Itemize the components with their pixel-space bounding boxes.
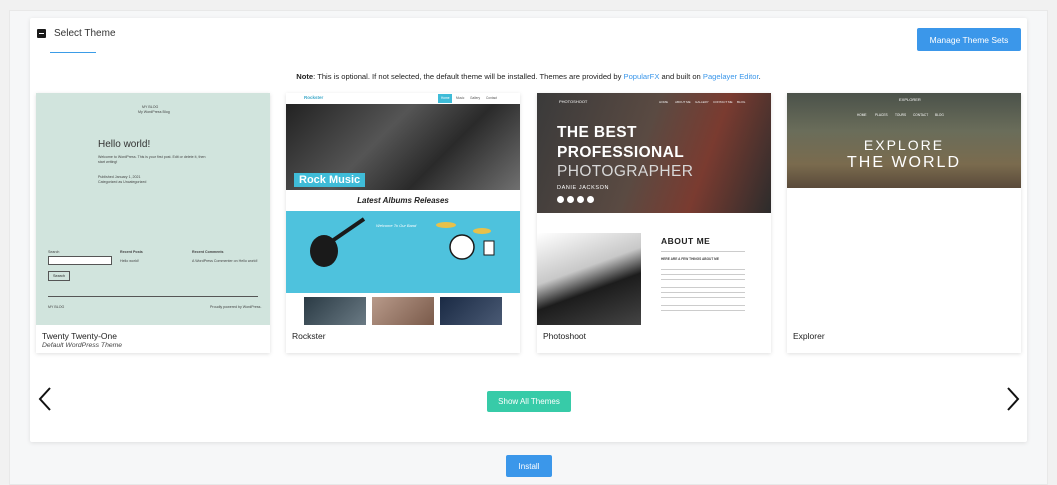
section-title: Select Theme [54, 28, 116, 39]
preview-nav-item: Gallery [470, 96, 481, 100]
preview-divider [661, 251, 745, 252]
preview-nav-item: GALLERY [695, 100, 709, 104]
popularfx-link[interactable]: PopularFX [624, 72, 660, 81]
theme-name: Twenty Twenty-One [42, 331, 117, 341]
preview-text-line [661, 279, 745, 280]
preview-photo [304, 297, 366, 325]
preview-text-line [661, 310, 745, 311]
manage-theme-sets-button[interactable]: Manage Theme Sets [917, 28, 1021, 51]
preview-nav-item: HOME [857, 113, 867, 117]
preview-blog-tagline: My WordPress Blog [138, 110, 170, 114]
preview-search-button: Search [48, 271, 70, 281]
preview-brand: EXPLORER [899, 97, 921, 102]
theme-carousel: MY BLOG My WordPress Blog Hello world! W… [36, 93, 1021, 355]
preview-headline-1: EXPLORE [863, 137, 945, 153]
preview-headline-3: PHOTOGRAPHER [557, 163, 694, 180]
theme-thumbnail[interactable]: Rockster Home Music Gallery Contact Rock… [286, 93, 520, 325]
select-theme-panel: Select Theme Manage Theme Sets Note: Thi… [30, 18, 1027, 442]
preview-search-field [48, 256, 112, 265]
theme-card-rockster[interactable]: Rockster Home Music Gallery Contact Rock… [286, 93, 520, 353]
preview-logo: Rockster [304, 95, 324, 100]
install-button[interactable]: Install [506, 455, 552, 477]
preview-published: Published January 1, 2021 [98, 175, 141, 179]
preview-person-photo [537, 233, 641, 325]
preview-headline-2: THE WORLD [847, 154, 961, 171]
preview-photo [440, 297, 502, 325]
preview-nav-item: BLOG [737, 100, 746, 104]
preview-text-line [661, 287, 745, 288]
preview-section-title: Latest Albums Releases [357, 196, 449, 205]
preview-recent-comments: Recent Comments [192, 250, 224, 254]
preview-nav-item: CONTACT ME [713, 100, 733, 104]
preview-nav-item: TOURS [895, 113, 907, 117]
preview-text-line [661, 305, 745, 306]
section-header[interactable]: Select Theme [37, 28, 116, 39]
pagelayer-link[interactable]: Pagelayer Editor [703, 72, 759, 81]
note-label: Note [296, 72, 314, 81]
preview-nav-item: Contact [486, 96, 497, 100]
theme-card-twenty-twenty-one[interactable]: MY BLOG My WordPress Blog Hello world! W… [36, 93, 270, 353]
preview-nav-item: CONTACT [913, 113, 929, 117]
preview-hello: Hello world! [98, 139, 151, 150]
preview-nav-item: HOME [659, 100, 668, 104]
preview-welcome: Welcome To Our Band [376, 223, 417, 228]
note-text-after: . [758, 72, 761, 81]
preview-text-line [661, 274, 745, 275]
note-text: Note: This is optional. If not selected,… [30, 72, 1027, 81]
preview-nav-item: Home [441, 96, 450, 100]
theme-thumbnail[interactable]: PHOTOSHOOT HOME ABOUT ME GALLERY CONTACT… [537, 93, 771, 325]
chevron-left-icon[interactable] [36, 386, 56, 412]
preview-footer-left: MY BLOG [48, 305, 65, 309]
preview-footer-rule [48, 296, 258, 297]
preview-about-title: ABOUT ME [661, 236, 711, 246]
preview-nav-item: PLACES [875, 113, 888, 117]
preview-name: DANIE JACKSON [557, 185, 610, 191]
theme-name: Photoshoot [543, 331, 587, 341]
theme-name: Explorer [793, 331, 825, 341]
preview-photo [372, 297, 434, 325]
preview-blog-title: MY BLOG [142, 105, 159, 109]
preview-recent-posts: Recent Posts [120, 250, 143, 254]
section-title-underline [50, 52, 96, 53]
preview-logo: PHOTOSHOOT [559, 99, 588, 104]
theme-thumbnail[interactable]: EXPLORER HOME PLACES TOURS CONTACT BLOG … [787, 93, 1021, 325]
preview-categorized: Categorized as Uncategorized [98, 180, 147, 184]
preview-nav-item: ABOUT ME [675, 100, 691, 104]
theme-card-explorer[interactable]: EXPLORER HOME PLACES TOURS CONTACT BLOG … [787, 93, 1021, 353]
preview-welcome-text: Welcome to WordPress. This is your first… [98, 155, 206, 164]
preview-nav-item: BLOG [935, 113, 944, 117]
preview-hero-label: Rock Music [294, 173, 366, 187]
theme-thumbnail[interactable]: MY BLOG My WordPress Blog Hello world! W… [36, 93, 270, 325]
preview-footer-right: Proudly powered by WordPress. [210, 305, 262, 309]
preview-about-sub: HERE ARE A FEW THINGS ABOUT ME [661, 257, 719, 261]
theme-name: Rockster [292, 331, 326, 341]
preview-text-line [661, 269, 745, 270]
show-all-themes-button[interactable]: Show All Themes [487, 391, 571, 412]
note-text-before: : This is optional. If not selected, the… [313, 72, 624, 81]
preview-text-line [661, 297, 745, 298]
preview-search-label: Search [48, 250, 60, 254]
preview-recent-comment-item: A WordPress Commenter on Hello world! [192, 259, 258, 263]
chevron-right-icon[interactable] [1002, 386, 1022, 412]
preview-nav-item: Music [456, 96, 465, 100]
preview-social-icons [557, 196, 594, 203]
note-text-mid: and built on [659, 72, 703, 81]
preview-headline-1: THE BEST PROFESSIONAL [557, 124, 685, 161]
minus-square-icon[interactable] [37, 29, 46, 38]
preview-recent-post-item: Hello world! [120, 259, 139, 263]
preview-text-line [661, 292, 745, 293]
theme-card-photoshoot[interactable]: PHOTOSHOOT HOME ABOUT ME GALLERY CONTACT… [537, 93, 771, 353]
theme-subtitle: Default WordPress Theme [42, 342, 123, 349]
